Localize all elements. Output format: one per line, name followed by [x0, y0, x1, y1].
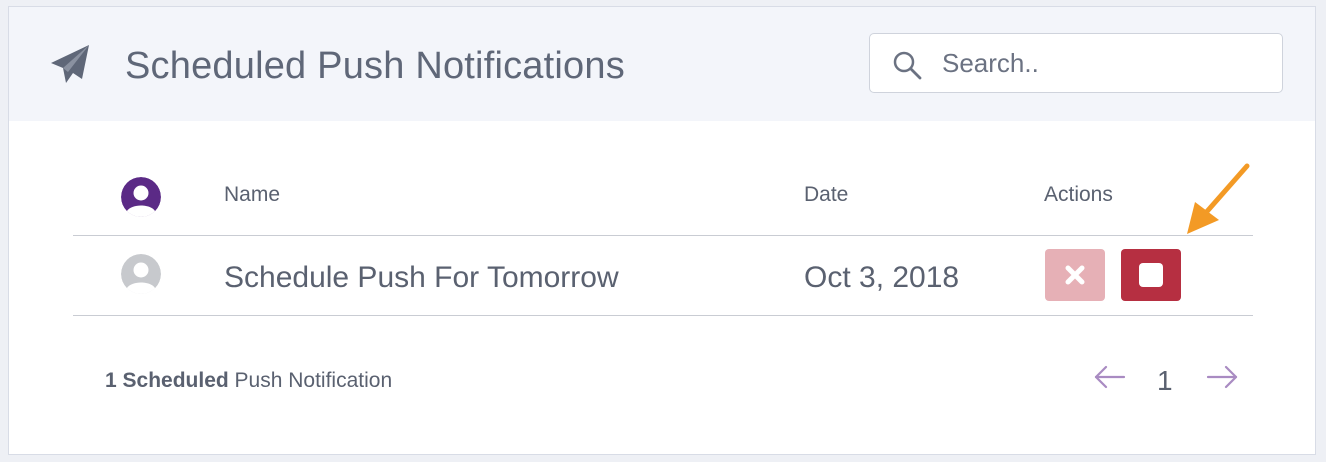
- notification-count: 1 Scheduled Push Notification: [105, 369, 392, 393]
- panel-header: Scheduled Push Notifications: [9, 7, 1315, 121]
- scheduled-push-panel: Scheduled Push Notifications Name Date A…: [8, 6, 1316, 455]
- stop-icon: [1139, 263, 1163, 287]
- column-header-name[interactable]: Name: [224, 183, 280, 207]
- page-title: Scheduled Push Notifications: [125, 45, 625, 87]
- notification-count-rest: Push Notification: [228, 369, 393, 392]
- annotation-arrow-icon: [1187, 163, 1250, 234]
- notification-count-bold: 1 Scheduled: [105, 369, 229, 392]
- table-row-divider: [73, 315, 1253, 316]
- delete-icon: [1065, 265, 1085, 285]
- column-header-actions: Actions: [1044, 183, 1113, 206]
- stop-button[interactable]: [1121, 249, 1181, 301]
- paper-plane-icon: [51, 45, 89, 83]
- user-avatar-icon: [121, 254, 161, 294]
- arrow-right-icon[interactable]: [1205, 365, 1239, 389]
- search-input[interactable]: [942, 46, 1262, 80]
- search-box[interactable]: [869, 33, 1283, 93]
- table-header-divider: [73, 235, 1253, 236]
- arrow-left-icon[interactable]: [1093, 365, 1127, 389]
- pagination-current-page[interactable]: 1: [1157, 365, 1173, 397]
- notification-date: Oct 3, 2018: [804, 261, 960, 294]
- header-avatar-icon: [121, 177, 161, 217]
- column-header-date[interactable]: Date: [804, 183, 848, 207]
- search-icon: [893, 51, 922, 80]
- delete-button[interactable]: [1045, 249, 1105, 301]
- notification-name[interactable]: Schedule Push For Tomorrow: [224, 261, 619, 295]
